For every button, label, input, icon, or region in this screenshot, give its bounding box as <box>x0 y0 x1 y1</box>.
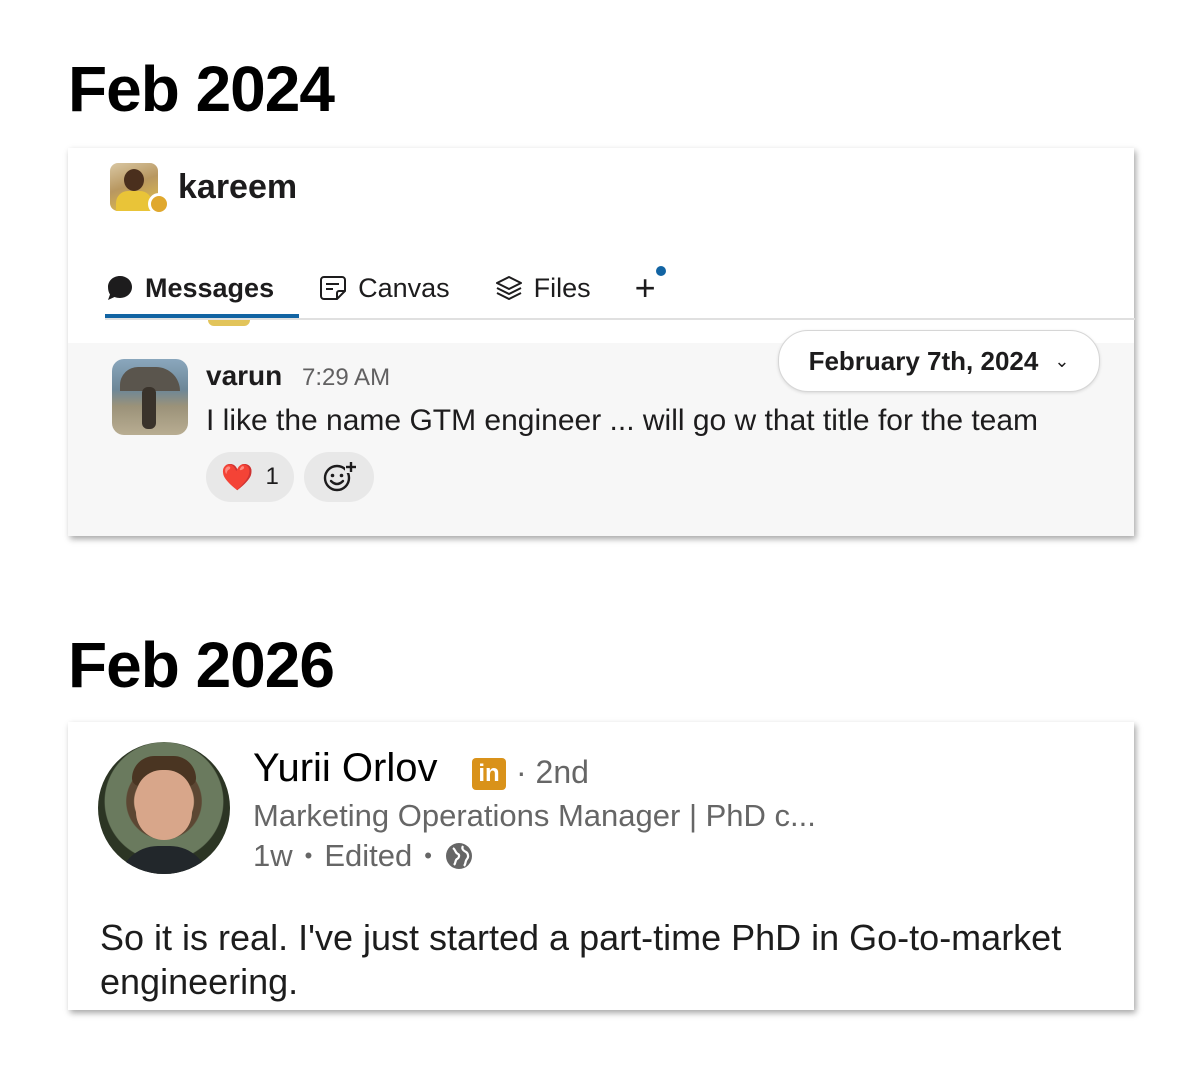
author-headline: Marketing Operations Manager | PhD c... <box>253 798 816 833</box>
previous-avatar-peek <box>208 320 250 326</box>
channel-tabs: Messages Canvas Files + <box>105 256 666 320</box>
connection-degree: · 2nd <box>516 754 589 790</box>
tab-label: Files <box>533 272 591 303</box>
sender-avatar[interactable] <box>112 359 188 435</box>
tab-messages[interactable]: Messages <box>105 263 274 313</box>
tab-canvas[interactable]: Canvas <box>318 263 450 313</box>
chat-bubble-icon <box>108 276 132 300</box>
tab-label: Messages <box>145 272 275 303</box>
message-sender[interactable]: varun <box>206 360 282 392</box>
reaction-count: 1 <box>265 463 279 490</box>
add-tab-button[interactable]: + <box>634 266 666 308</box>
add-reaction-button[interactable] <box>304 452 374 502</box>
slack-channel-panel: kareem Messages Canvas Files + varun 7:2… <box>68 148 1135 536</box>
heading-feb-2024: Feb 2024 <box>68 53 335 125</box>
canvas-icon <box>320 276 347 300</box>
layers-icon <box>495 276 522 300</box>
separator-dot: • <box>304 843 313 868</box>
reaction-heart[interactable]: ❤️ 1 <box>206 452 294 502</box>
globe-icon <box>445 843 472 869</box>
add-emoji-icon <box>323 461 357 492</box>
author-name[interactable]: Yurii Orlov <box>253 746 438 791</box>
post-meta: 1w • Edited • <box>253 838 474 874</box>
plus-icon: + <box>634 267 656 308</box>
notification-dot <box>655 266 666 276</box>
linkedin-icon: in <box>472 758 506 790</box>
linkedin-post: Yurii Orlov in · 2nd Marketing Operation… <box>68 722 1134 1010</box>
date-divider-button[interactable]: February 7th, 2024 ⌄ <box>778 330 1100 392</box>
chevron-down-icon: ⌄ <box>1054 350 1070 371</box>
edited-label: Edited <box>324 838 413 873</box>
post-time: 1w <box>253 838 293 873</box>
date-label: February 7th, 2024 <box>808 345 1039 376</box>
tab-files[interactable]: Files <box>494 263 591 313</box>
heart-emoji: ❤️ <box>221 461 254 492</box>
post-text: So it is real. I've just started a part-… <box>100 917 1062 1002</box>
message-timestamp[interactable]: 7:29 AM <box>302 364 390 392</box>
channel-name[interactable]: kareem <box>178 168 297 207</box>
tabs-divider <box>105 318 1135 320</box>
author-avatar[interactable] <box>98 742 230 874</box>
tab-label: Canvas <box>358 272 450 303</box>
separator-dot: • <box>424 843 432 868</box>
message-text: I like the name GTM engineer ... will go… <box>206 404 1039 437</box>
heading-feb-2026: Feb 2026 <box>68 629 335 701</box>
presence-indicator <box>148 193 170 215</box>
